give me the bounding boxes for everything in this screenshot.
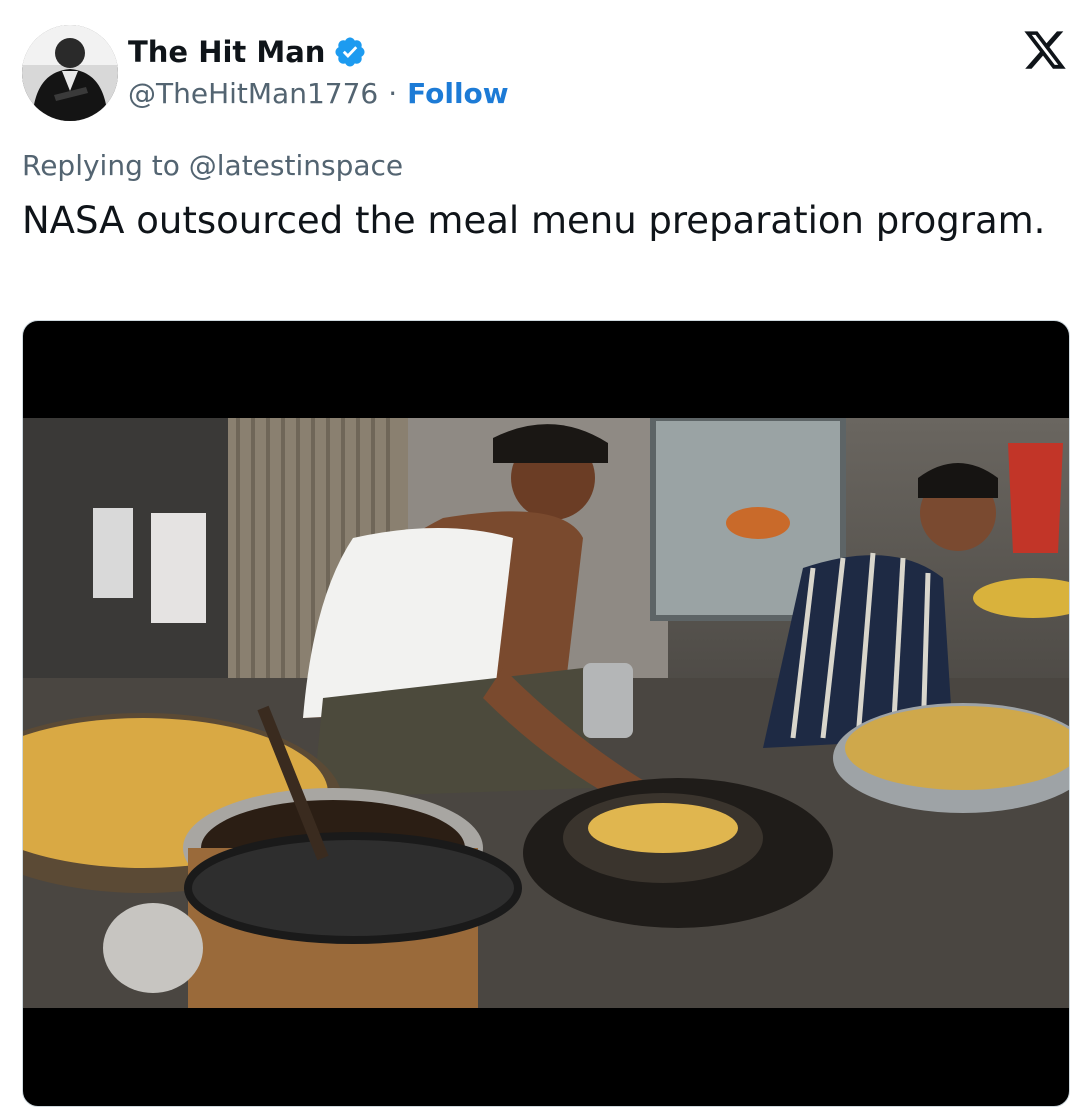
profile-avatar[interactable] xyxy=(22,25,118,121)
author-handle-row: @TheHitMan1776 · Follow xyxy=(128,74,509,114)
tweet-media[interactable] xyxy=(22,320,1070,1107)
tweet-card: The Hit Man @TheHitMan1776 · Follow Repl… xyxy=(0,0,1080,1112)
x-logo-icon[interactable] xyxy=(1022,27,1068,73)
author-display-name[interactable]: The Hit Man xyxy=(128,32,325,72)
separator-dot: · xyxy=(388,77,398,110)
replying-to-line[interactable]: Replying to @latestinspace xyxy=(22,146,403,186)
verified-badge-icon xyxy=(333,35,367,69)
tweet-text: NASA outsourced the meal menu preparatio… xyxy=(22,199,1046,242)
author-name-row[interactable]: The Hit Man xyxy=(128,32,367,72)
media-photo xyxy=(23,418,1069,1008)
follow-button[interactable]: Follow xyxy=(407,74,509,114)
author-handle[interactable]: @TheHitMan1776 xyxy=(128,74,378,114)
